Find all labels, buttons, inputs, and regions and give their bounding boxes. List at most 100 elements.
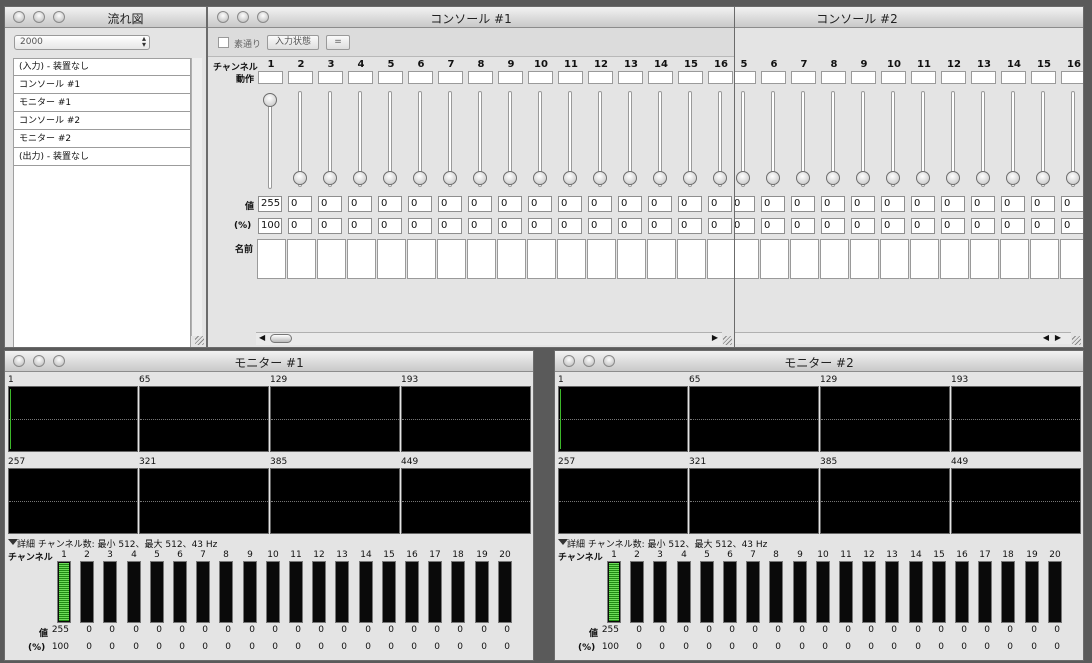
value-field[interactable]: 0: [1031, 196, 1055, 212]
minimize-button[interactable]: [33, 11, 45, 23]
name-cell[interactable]: [940, 239, 969, 279]
name-cell[interactable]: [497, 239, 526, 279]
fader-knob[interactable]: [1006, 171, 1020, 185]
percent-field[interactable]: 0: [678, 218, 702, 234]
name-cell[interactable]: [557, 239, 586, 279]
close-button[interactable]: [13, 11, 25, 23]
value-field[interactable]: 0: [378, 196, 402, 212]
monitor1-titlebar[interactable]: モニター #1: [5, 351, 533, 372]
value-field[interactable]: 0: [648, 196, 672, 212]
name-cell[interactable]: [347, 239, 376, 279]
value-field[interactable]: 0: [708, 196, 732, 212]
percent-field[interactable]: 0: [791, 218, 815, 234]
value-field[interactable]: 0: [558, 196, 582, 212]
value-field[interactable]: 0: [528, 196, 552, 212]
refresh-rate-select[interactable]: 2000 ▴ ▾: [14, 35, 150, 50]
fader-knob[interactable]: [1066, 171, 1080, 185]
percent-field[interactable]: 0: [618, 218, 642, 234]
fader-knob[interactable]: [383, 171, 397, 185]
name-cell[interactable]: [617, 239, 646, 279]
value-field[interactable]: 0: [348, 196, 372, 212]
monitor2-titlebar[interactable]: モニター #2: [555, 351, 1083, 372]
console1-titlebar[interactable]: コンソール #1: [208, 7, 734, 28]
percent-field[interactable]: 0: [1061, 218, 1083, 234]
name-cell[interactable]: [820, 239, 849, 279]
value-field[interactable]: 0: [498, 196, 522, 212]
name-cell[interactable]: [437, 239, 466, 279]
percent-field[interactable]: 0: [648, 218, 672, 234]
scroll-right-icon[interactable]: ▶: [1055, 333, 1061, 342]
action-cell[interactable]: [468, 71, 493, 84]
flow-list-item[interactable]: モニター #2: [14, 131, 190, 148]
action-cell[interactable]: [678, 71, 703, 84]
name-cell[interactable]: [970, 239, 999, 279]
equals-button[interactable]: =: [326, 35, 350, 50]
passthrough-checkbox[interactable]: [218, 37, 229, 48]
value-field[interactable]: 0: [911, 196, 935, 212]
fader-knob[interactable]: [946, 171, 960, 185]
name-cell[interactable]: [1060, 239, 1083, 279]
name-cell[interactable]: [587, 239, 616, 279]
percent-field[interactable]: 0: [558, 218, 582, 234]
percent-field[interactable]: 0: [971, 218, 995, 234]
value-field[interactable]: 0: [318, 196, 342, 212]
flow-list-item[interactable]: (出力) - 装置なし: [14, 149, 190, 166]
fader-knob[interactable]: [623, 171, 637, 185]
action-cell[interactable]: [258, 71, 283, 84]
action-cell[interactable]: [618, 71, 643, 84]
fader-knob[interactable]: [653, 171, 667, 185]
percent-field[interactable]: 0: [378, 218, 402, 234]
name-cell[interactable]: [677, 239, 706, 279]
percent-field[interactable]: 0: [911, 218, 935, 234]
action-cell[interactable]: [971, 71, 996, 84]
action-cell[interactable]: [408, 71, 433, 84]
name-cell[interactable]: [377, 239, 406, 279]
action-cell[interactable]: [348, 71, 373, 84]
fader-knob[interactable]: [443, 171, 457, 185]
value-field[interactable]: 0: [1061, 196, 1083, 212]
action-cell[interactable]: [941, 71, 966, 84]
scroll-left-icon[interactable]: ◀: [1043, 333, 1049, 342]
action-cell[interactable]: [318, 71, 343, 84]
percent-field[interactable]: 0: [708, 218, 732, 234]
value-field[interactable]: 0: [881, 196, 905, 212]
percent-field[interactable]: 0: [1001, 218, 1025, 234]
flow-list-item[interactable]: コンソール #1: [14, 77, 190, 94]
percent-field[interactable]: 0: [881, 218, 905, 234]
action-cell[interactable]: [528, 71, 553, 84]
percent-field[interactable]: 0: [851, 218, 875, 234]
action-cell[interactable]: [851, 71, 876, 84]
action-cell[interactable]: [438, 71, 463, 84]
name-cell[interactable]: [647, 239, 676, 279]
percent-field[interactable]: 0: [528, 218, 552, 234]
fader-knob[interactable]: [323, 171, 337, 185]
action-cell[interactable]: [378, 71, 403, 84]
fader-knob[interactable]: [263, 93, 277, 107]
value-field[interactable]: 0: [971, 196, 995, 212]
value-field[interactable]: 0: [761, 196, 785, 212]
percent-field[interactable]: 0: [288, 218, 312, 234]
action-cell[interactable]: [1001, 71, 1026, 84]
action-cell[interactable]: [708, 71, 733, 84]
name-cell[interactable]: [760, 239, 789, 279]
percent-field[interactable]: 0: [761, 218, 785, 234]
action-cell[interactable]: [791, 71, 816, 84]
flow-titlebar[interactable]: 流れ図: [5, 7, 206, 28]
value-field[interactable]: 0: [791, 196, 815, 212]
name-cell[interactable]: [1000, 239, 1029, 279]
action-cell[interactable]: [588, 71, 613, 84]
scroll-thumb[interactable]: [270, 334, 292, 343]
name-cell[interactable]: [527, 239, 556, 279]
input-state-button[interactable]: 入力状態: [267, 35, 319, 50]
fader-knob[interactable]: [826, 171, 840, 185]
resize-grip-icon[interactable]: [1072, 336, 1081, 345]
value-field[interactable]: 255: [258, 196, 282, 212]
value-field[interactable]: 0: [851, 196, 875, 212]
percent-field[interactable]: 0: [438, 218, 462, 234]
name-cell[interactable]: [287, 239, 316, 279]
fader-knob[interactable]: [766, 171, 780, 185]
percent-field[interactable]: 0: [408, 218, 432, 234]
value-field[interactable]: 0: [408, 196, 432, 212]
fader-knob[interactable]: [796, 171, 810, 185]
name-cell[interactable]: [707, 239, 734, 279]
